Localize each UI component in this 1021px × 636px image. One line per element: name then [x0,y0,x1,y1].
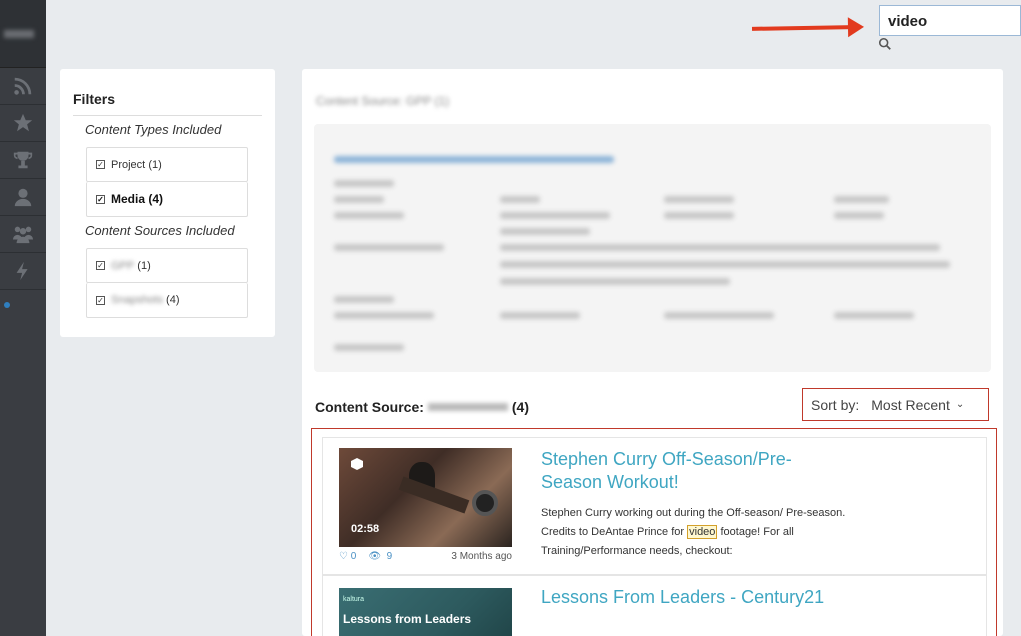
view-count: 9 [386,551,393,562]
content-source-prefix: Content Source: [315,399,424,415]
brand-logo[interactable] [0,0,46,68]
video-meta: ♡ 0 👁 9 3 Months ago [339,551,512,562]
project-card[interactable] [314,124,991,372]
checkbox-gpp[interactable]: ✓ [96,261,105,270]
filter-snapshots[interactable]: ✓ Snapshots (4) [86,283,248,318]
trophy-icon[interactable] [0,142,46,179]
link-icon[interactable] [4,302,10,308]
filter-gpp-label: GPP [111,259,135,272]
filter-gpp-count: (1) [137,259,151,272]
content-source-gpp-label: Content Source: GPP (1) [316,94,450,108]
chevron-down-icon: ⌄ [955,399,965,410]
rss-icon[interactable] [0,68,46,105]
filter-media-label: Media [111,192,146,206]
thumb-title: Lessons from Leaders [343,612,472,626]
video-thumbnail[interactable]: kaltura Lessons from Leaders [339,588,512,636]
video-duration: 02:58 [351,523,380,535]
search-highlight: video [687,525,718,539]
media-type-icon [351,458,363,470]
like-count: 0 [350,551,357,562]
search-icon[interactable] [878,37,892,51]
checkbox-media[interactable]: ✓ [96,194,105,204]
results-panel: Content Source: GPP (1) Content Source: … [302,69,1003,636]
search-input[interactable]: video [879,5,1021,36]
filter-media-count: (4) [148,192,164,206]
content-types-heading: Content Types Included [85,122,222,137]
filter-project-label: Project [111,158,146,171]
user-icon[interactable] [0,179,46,216]
content-source-count: (4) [511,399,530,415]
results-list: 02:58 ♡ 0 👁 9 3 Months ago Stephen Curry… [311,428,997,636]
list-item[interactable]: kaltura Lessons from Leaders Lessons Fro… [322,575,987,636]
upload-age: 3 Months ago [451,551,512,562]
checkbox-snapshots[interactable]: ✓ [96,295,105,305]
filter-snapshots-count: (4) [166,294,180,306]
bolt-icon[interactable] [0,253,46,290]
result-title-link[interactable]: Stephen Curry Off-Season/Pre-Season Work… [541,448,831,494]
filter-snapshots-label: Snapshots [111,294,163,306]
project-title-link[interactable] [334,156,614,163]
users-icon[interactable] [0,216,46,253]
checkbox-project[interactable]: ✓ [96,160,105,169]
result-description: Stephen Curry working out during the Off… [541,507,846,557]
filters-title: Filters [73,91,262,116]
sort-label: Sort by: [811,396,860,413]
filter-media[interactable]: ✓ Media (4) [86,182,248,217]
video-thumbnail[interactable]: 02:58 [339,448,512,547]
sort-value: Most Recent [871,396,950,413]
like-button[interactable]: ♡ 0 [339,551,356,562]
star-icon[interactable] [0,105,46,142]
views: 👁 9 [368,551,393,562]
filter-project-count: (1) [148,158,162,171]
content-source-label: Content Source: (4) [315,399,529,415]
list-item[interactable]: 02:58 ♡ 0 👁 9 3 Months ago Stephen Curry… [322,437,987,575]
thumb-brand: kaltura [343,596,365,603]
result-title-link[interactable]: Lessons From Leaders - Century21 [541,586,831,609]
content-sources-heading: Content Sources Included [85,223,235,238]
filter-project[interactable]: ✓ Project (1) [86,147,248,182]
annotation-arrow-search [751,25,853,31]
filters-panel: Filters Content Types Included ✓ Project… [60,69,275,337]
left-sidebar [0,0,46,636]
sort-dropdown[interactable]: Sort by: Most Recent ⌄ [802,388,989,421]
filter-gpp[interactable]: ✓ GPP (1) [86,248,248,283]
